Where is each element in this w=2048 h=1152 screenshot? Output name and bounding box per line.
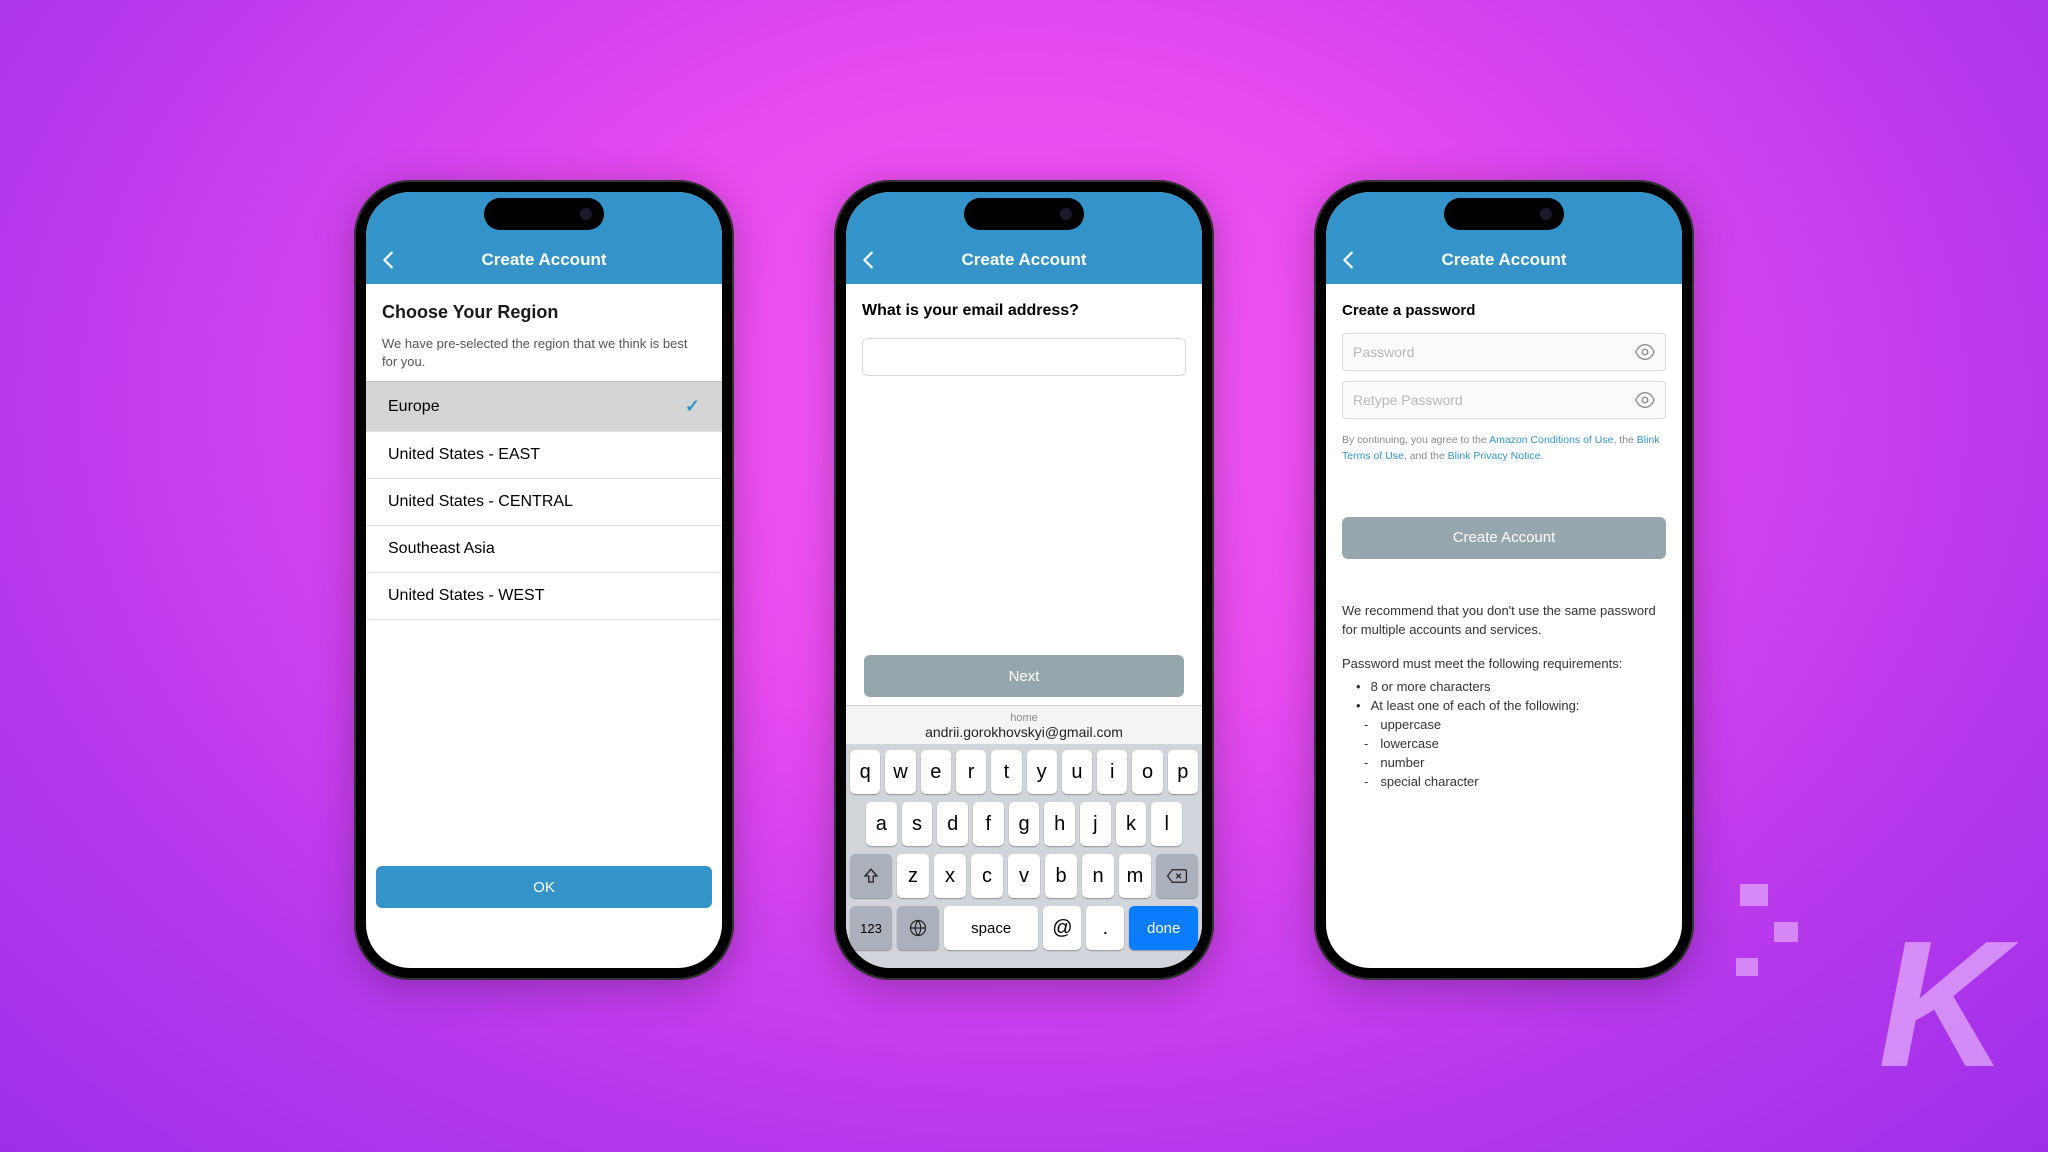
sub-req-item: uppercase [1364,717,1666,732]
key-w[interactable]: w [885,750,915,794]
done-key[interactable]: done [1129,906,1198,950]
watermark-dots [1740,884,1798,992]
chevron-left-icon [378,249,400,271]
numbers-key[interactable]: 123 [850,906,892,950]
backspace-icon [1166,867,1188,885]
key-k[interactable]: k [1116,802,1147,846]
ok-button[interactable]: OK [376,866,712,908]
create-account-button[interactable]: Create Account [1342,517,1666,559]
retype-password-input[interactable] [1342,381,1666,419]
shift-icon [862,867,880,885]
key-p[interactable]: p [1168,750,1198,794]
back-button[interactable] [378,249,400,271]
key-l[interactable]: l [1151,802,1182,846]
key-r[interactable]: r [956,750,986,794]
dynamic-island [484,198,604,230]
key-m[interactable]: m [1119,854,1151,898]
backspace-key[interactable] [1156,854,1198,898]
eye-icon [1634,341,1656,363]
requirements-title: Password must meet the following require… [1342,656,1666,671]
link-blink-privacy[interactable]: Blink Privacy Notice [1448,450,1541,462]
phone-email: Create Account What is your email addres… [834,180,1214,980]
email-prompt: What is your email address? [862,302,1186,320]
globe-icon [908,918,928,938]
sub-req-item: lowercase [1364,736,1666,751]
chevron-left-icon [1338,249,1360,271]
email-input[interactable] [862,338,1186,376]
dot-key[interactable]: . [1086,906,1124,950]
chevron-left-icon [858,249,880,271]
region-item-us-central[interactable]: United States - CENTRAL [366,479,722,526]
check-icon: ✓ [685,396,700,417]
req-item: At least one of each of the following: [1356,698,1666,713]
key-f[interactable]: f [973,802,1004,846]
region-label: Southeast Asia [388,540,495,558]
header-title: Create Account [860,250,1188,270]
region-item-us-east[interactable]: United States - EAST [366,432,722,479]
key-y[interactable]: y [1027,750,1057,794]
globe-key[interactable] [897,906,939,950]
next-button[interactable]: Next [864,655,1184,697]
page-title: Choose Your Region [382,302,706,323]
key-a[interactable]: a [866,802,897,846]
key-n[interactable]: n [1082,854,1114,898]
sub-req-item: special character [1364,774,1666,789]
autofill-suggestion[interactable]: home andrii.gorokhovskyi@gmail.com [846,705,1202,744]
toggle-retype-visibility[interactable] [1634,389,1656,411]
region-item-europe[interactable]: Europe ✓ [366,381,722,432]
key-j[interactable]: j [1080,802,1111,846]
sub-req-item: number [1364,755,1666,770]
shift-key[interactable] [850,854,892,898]
key-x[interactable]: x [934,854,966,898]
eye-icon [1634,389,1656,411]
watermark-k-logo: K [1878,901,1998,1108]
requirements-sublist: uppercase lowercase number special chara… [1342,717,1666,793]
key-h[interactable]: h [1044,802,1075,846]
key-s[interactable]: s [902,802,933,846]
header-title: Create Account [380,250,708,270]
key-t[interactable]: t [991,750,1021,794]
header-title: Create Account [1340,250,1668,270]
key-e[interactable]: e [921,750,951,794]
link-amazon-conditions[interactable]: Amazon Conditions of Use [1489,434,1613,446]
back-button[interactable] [1338,249,1360,271]
region-label: Europe [388,398,440,416]
key-q[interactable]: q [850,750,880,794]
legal-text: By continuing, you agree to the Amazon C… [1342,433,1666,465]
region-label: United States - EAST [388,446,540,464]
dynamic-island [964,198,1084,230]
phone-region: Create Account Choose Your Region We hav… [354,180,734,980]
key-o[interactable]: o [1132,750,1162,794]
key-g[interactable]: g [1009,802,1040,846]
dynamic-island [1444,198,1564,230]
at-key[interactable]: @ [1043,906,1081,950]
toggle-password-visibility[interactable] [1634,341,1656,363]
page-subtext: We have pre-selected the region that we … [382,335,706,371]
recommendation-text: We recommend that you don't use the same… [1342,601,1666,640]
region-item-southeast-asia[interactable]: Southeast Asia [366,526,722,573]
suggestion-label: home [846,712,1202,724]
keyboard: qwertyuiop asdfghjkl zxcvbnm 123 [846,744,1202,968]
password-input[interactable] [1342,333,1666,371]
key-c[interactable]: c [971,854,1003,898]
key-z[interactable]: z [897,854,929,898]
key-u[interactable]: u [1062,750,1092,794]
suggestion-value: andrii.gorokhovskyi@gmail.com [846,724,1202,740]
region-item-us-west[interactable]: United States - WEST [366,573,722,620]
region-label: United States - WEST [388,587,545,605]
requirements-list: 8 or more characters At least one of eac… [1342,679,1666,717]
key-b[interactable]: b [1045,854,1077,898]
key-v[interactable]: v [1008,854,1040,898]
region-list: Europe ✓ United States - EAST United Sta… [366,381,722,620]
phone-password: Create Account Create a password [1314,180,1694,980]
req-item: 8 or more characters [1356,679,1666,694]
key-d[interactable]: d [937,802,968,846]
key-i[interactable]: i [1097,750,1127,794]
space-key[interactable]: space [944,906,1038,950]
region-label: United States - CENTRAL [388,493,573,511]
page-title: Create a password [1342,302,1666,319]
back-button[interactable] [858,249,880,271]
